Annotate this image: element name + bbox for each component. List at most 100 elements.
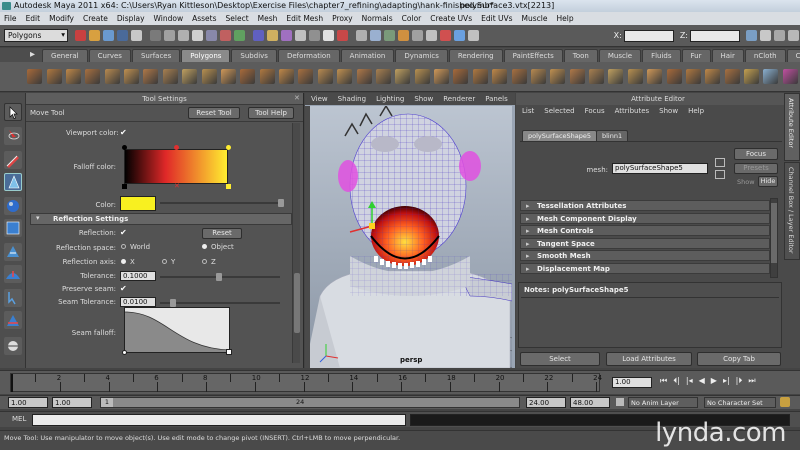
shelf-tab-painteffects[interactable]: PaintEffects <box>503 49 563 62</box>
shelf-tool-icon[interactable] <box>317 69 333 84</box>
menu-item-file[interactable]: File <box>4 14 17 23</box>
anim-layer-dropdown[interactable]: No Anim Layer <box>628 397 698 408</box>
shelf-tool-icon[interactable] <box>27 69 43 84</box>
shelf-tab-general[interactable]: General <box>42 49 88 62</box>
attribute-scrollbar-thumb[interactable] <box>771 203 777 263</box>
status-tool-icon[interactable] <box>280 30 292 41</box>
world-radio[interactable] <box>121 244 126 249</box>
shelf-tool-icon[interactable] <box>530 69 546 84</box>
status-tool-icon[interactable] <box>411 30 423 41</box>
tool-help-button[interactable]: Tool Help <box>248 107 294 119</box>
go-to-start-icon[interactable]: ⏮ <box>660 376 667 386</box>
go-to-end-icon[interactable]: ⏭ <box>748 376 755 386</box>
paint-select-tool-icon[interactable] <box>4 151 22 169</box>
shelf-tool-icon[interactable] <box>182 69 198 84</box>
step-back-key-icon[interactable]: |◂ <box>686 376 693 386</box>
preserve-seam-checkbox[interactable]: ✔ <box>120 285 127 293</box>
render-settings-icon[interactable] <box>745 30 757 41</box>
menu-item-muscle[interactable]: Muscle <box>522 14 548 23</box>
shelf-tool-icon[interactable] <box>647 69 663 84</box>
ramp-delete-icon[interactable]: ✕ <box>174 183 180 190</box>
status-tool-icon[interactable] <box>266 30 278 41</box>
shelf-tool-icon[interactable] <box>337 69 353 84</box>
shelf-tab-subdivs[interactable]: Subdivs <box>231 49 277 62</box>
section-tessellation-attributes[interactable]: Tessellation Attributes <box>520 200 770 211</box>
current-frame-field[interactable]: 1.00 <box>612 377 652 388</box>
show-label[interactable]: Show <box>737 178 755 186</box>
go-to-input-icon[interactable] <box>715 158 725 167</box>
side-tab-channel-box[interactable]: Channel Box / Layer Editor <box>784 162 800 260</box>
attribute-menu-focus[interactable]: Focus <box>585 107 605 115</box>
status-tool-icon[interactable] <box>336 30 348 41</box>
menu-item-create-uvs[interactable]: Create UVs <box>430 14 472 23</box>
select-button[interactable]: Select <box>520 352 600 366</box>
shelf-tool-icon[interactable] <box>608 69 624 84</box>
status-tool-icon[interactable] <box>205 30 217 41</box>
status-tool-icon[interactable] <box>74 30 86 41</box>
x-coordinate-field[interactable] <box>623 29 674 42</box>
anim-layer-icon[interactable] <box>616 398 624 406</box>
attribute-menu-attributes[interactable]: Attributes <box>615 107 650 115</box>
auto-key-icon[interactable] <box>780 397 790 407</box>
menu-item-edit[interactable]: Edit <box>26 14 41 23</box>
seam-tolerance-slider-handle[interactable] <box>170 299 176 307</box>
menu-item-mesh[interactable]: Mesh <box>258 14 278 23</box>
shelf-tool-icon[interactable] <box>395 69 411 84</box>
attribute-scrollbar[interactable] <box>770 198 778 278</box>
color-slider-handle[interactable] <box>278 199 284 207</box>
shelf-tab-fur[interactable]: Fur <box>681 49 711 62</box>
status-tool-icon[interactable] <box>397 30 409 41</box>
attribute-menu-help[interactable]: Help <box>688 107 704 115</box>
viewport-color-checkbox[interactable]: ✔ <box>120 129 127 137</box>
object-radio[interactable] <box>202 244 207 249</box>
tolerance-field[interactable]: 0.1000 <box>120 271 156 281</box>
menu-item-assets[interactable]: Assets <box>192 14 216 23</box>
lasso-tool-icon[interactable] <box>4 127 22 145</box>
menu-item-help[interactable]: Help <box>557 14 574 23</box>
menu-item-color[interactable]: Color <box>402 14 422 23</box>
shelf-tool-icon[interactable] <box>782 69 798 84</box>
range-start-handle[interactable]: 1 <box>101 398 113 407</box>
shelf-tool-icon[interactable] <box>298 69 314 84</box>
shelf-tool-icon[interactable] <box>279 69 295 84</box>
status-tool-icon[interactable] <box>130 30 142 41</box>
status-tool-icon[interactable] <box>425 30 437 41</box>
curve-handle-left[interactable] <box>122 350 127 355</box>
status-tool-icon[interactable] <box>191 30 203 41</box>
tolerance-slider-handle[interactable] <box>216 273 222 281</box>
shelf-tab-hair[interactable]: Hair <box>711 49 744 62</box>
section-mesh-controls[interactable]: Mesh Controls <box>520 225 770 237</box>
presets-button[interactable]: Presets <box>734 163 778 174</box>
shelf-tool-icon[interactable] <box>434 69 450 84</box>
step-back-frame-icon[interactable]: ⏴| <box>673 376 680 386</box>
collapse-arrow-icon[interactable]: ▾ <box>36 214 40 222</box>
viewport-menu-panels[interactable]: Panels <box>485 95 508 103</box>
shelf-tab-polygons[interactable]: Polygons <box>181 49 231 62</box>
time-slider-track[interactable]: 2 4 6 8 10 12 14 16 18 20 22 24 <box>10 373 602 392</box>
shelf-tool-icon[interactable] <box>143 69 159 84</box>
shelf-tool-icon[interactable] <box>744 69 760 84</box>
ramp-handle-top-right[interactable] <box>226 145 231 150</box>
shelf-tool-icon[interactable] <box>685 69 701 84</box>
status-tool-icon[interactable] <box>383 30 395 41</box>
show-hide-channel-box-icon[interactable] <box>787 30 799 41</box>
shelf-tab-curves[interactable]: Curves <box>88 49 131 62</box>
z-coordinate-field[interactable] <box>690 29 740 42</box>
load-attributes-button[interactable]: Load Attributes <box>606 352 692 366</box>
playback-start-field[interactable]: 1.00 <box>52 397 92 408</box>
playback-end-field[interactable]: 24.00 <box>526 397 566 408</box>
status-tool-icon[interactable] <box>88 30 100 41</box>
shelf-tool-icon[interactable] <box>201 69 217 84</box>
shelf-tool-icon[interactable] <box>85 69 101 84</box>
rotate-tool-icon[interactable] <box>4 197 22 215</box>
menu-item-edit-uvs[interactable]: Edit UVs <box>481 14 512 23</box>
axis-z-radio[interactable] <box>202 259 207 264</box>
current-time-marker[interactable] <box>11 374 13 392</box>
shelf-tool-icon[interactable] <box>453 69 469 84</box>
mesh-name-field[interactable]: polySurfaceShape5 <box>612 163 708 174</box>
go-to-output-icon[interactable] <box>715 170 725 179</box>
status-tool-icon[interactable] <box>453 30 465 41</box>
viewport-menu-shading[interactable]: Shading <box>338 95 366 103</box>
status-tool-icon[interactable] <box>369 30 381 41</box>
menu-item-select[interactable]: Select <box>226 14 249 23</box>
